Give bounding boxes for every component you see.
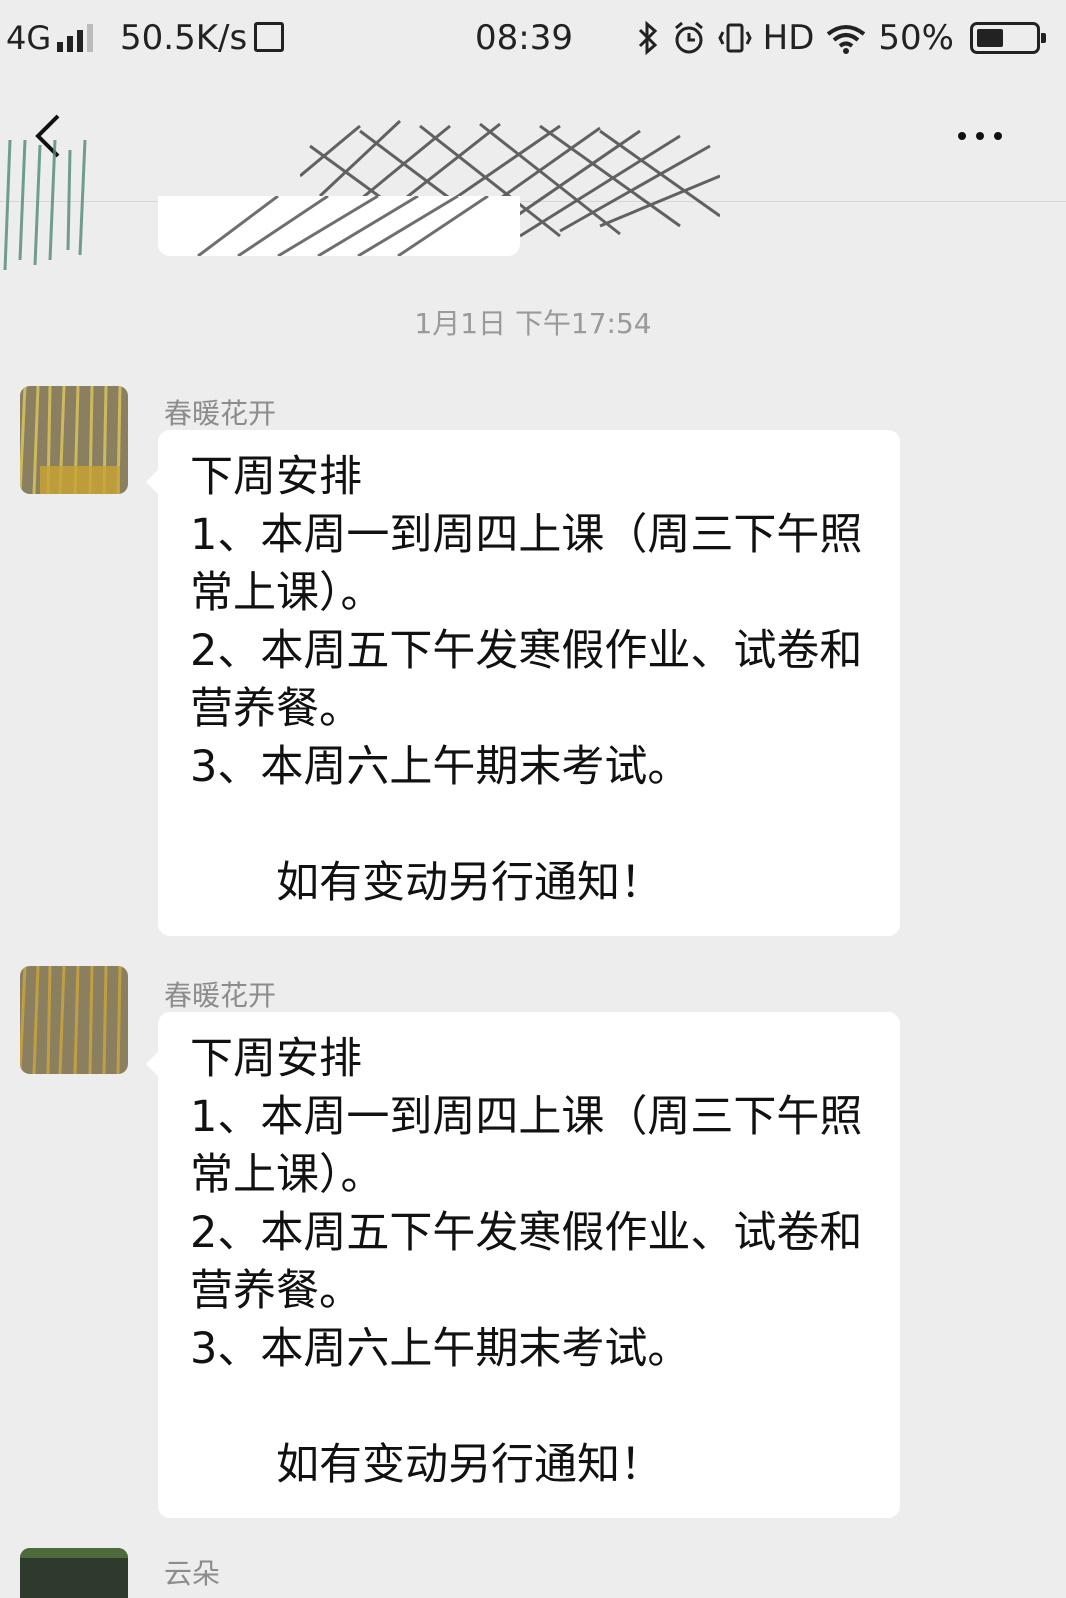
- alarm-icon: [674, 21, 703, 54]
- chat-header: [0, 76, 1066, 243]
- ellipsis-icon: [958, 132, 966, 140]
- clock: 08:39: [475, 18, 573, 58]
- wifi-icon: [827, 25, 866, 54]
- redacted-message-content: [197, 196, 489, 256]
- sender-name: 春暖花开: [164, 397, 277, 430]
- redacted-avatar: [3, 140, 87, 270]
- avatar-image: [20, 1548, 128, 1598]
- more-options-button[interactable]: [950, 116, 1010, 156]
- screenshot-notification-icon: [254, 22, 284, 52]
- message-bubble[interactable]: 下周安排 1、本周一到周四上课（周三下午照常上课）。 2、本周五下午发寒假作业、…: [146, 1012, 900, 1518]
- battery-icon: [970, 22, 1046, 54]
- status-icons: HD 50%: [635, 18, 1046, 58]
- signal-icon: [57, 24, 94, 58]
- network-type: 4G: [6, 19, 52, 57]
- message-bubble[interactable]: 下周安排 1、本周一到周四上课（周三下午照常上课）。 2、本周五下午发寒假作业、…: [146, 430, 900, 936]
- bluetooth-icon: [638, 20, 657, 56]
- battery-percent: 50%: [878, 18, 954, 58]
- chat-screen: 4G 50.5K/s 08:39 HD 50% 1月1日 下午17:54 春暖花…: [0, 0, 1066, 1598]
- hd-indicator: HD: [762, 18, 815, 58]
- avatar-image: [20, 966, 128, 1074]
- sender-name: 春暖花开: [164, 979, 277, 1012]
- sender-name: 云朵: [164, 1557, 221, 1590]
- network-speed: 50.5K/s: [120, 18, 248, 58]
- vibrate-icon: [717, 23, 752, 53]
- previous-message-bubble: [158, 196, 520, 256]
- avatar[interactable]: [20, 1548, 128, 1598]
- network-indicator: 4G: [6, 18, 94, 58]
- avatar[interactable]: [20, 966, 128, 1074]
- avatar[interactable]: [20, 386, 128, 494]
- message-timestamp: 1月1日 下午17:54: [414, 307, 652, 340]
- status-bar: 4G 50.5K/s 08:39 HD 50%: [0, 0, 1066, 76]
- avatar-image: [20, 386, 128, 494]
